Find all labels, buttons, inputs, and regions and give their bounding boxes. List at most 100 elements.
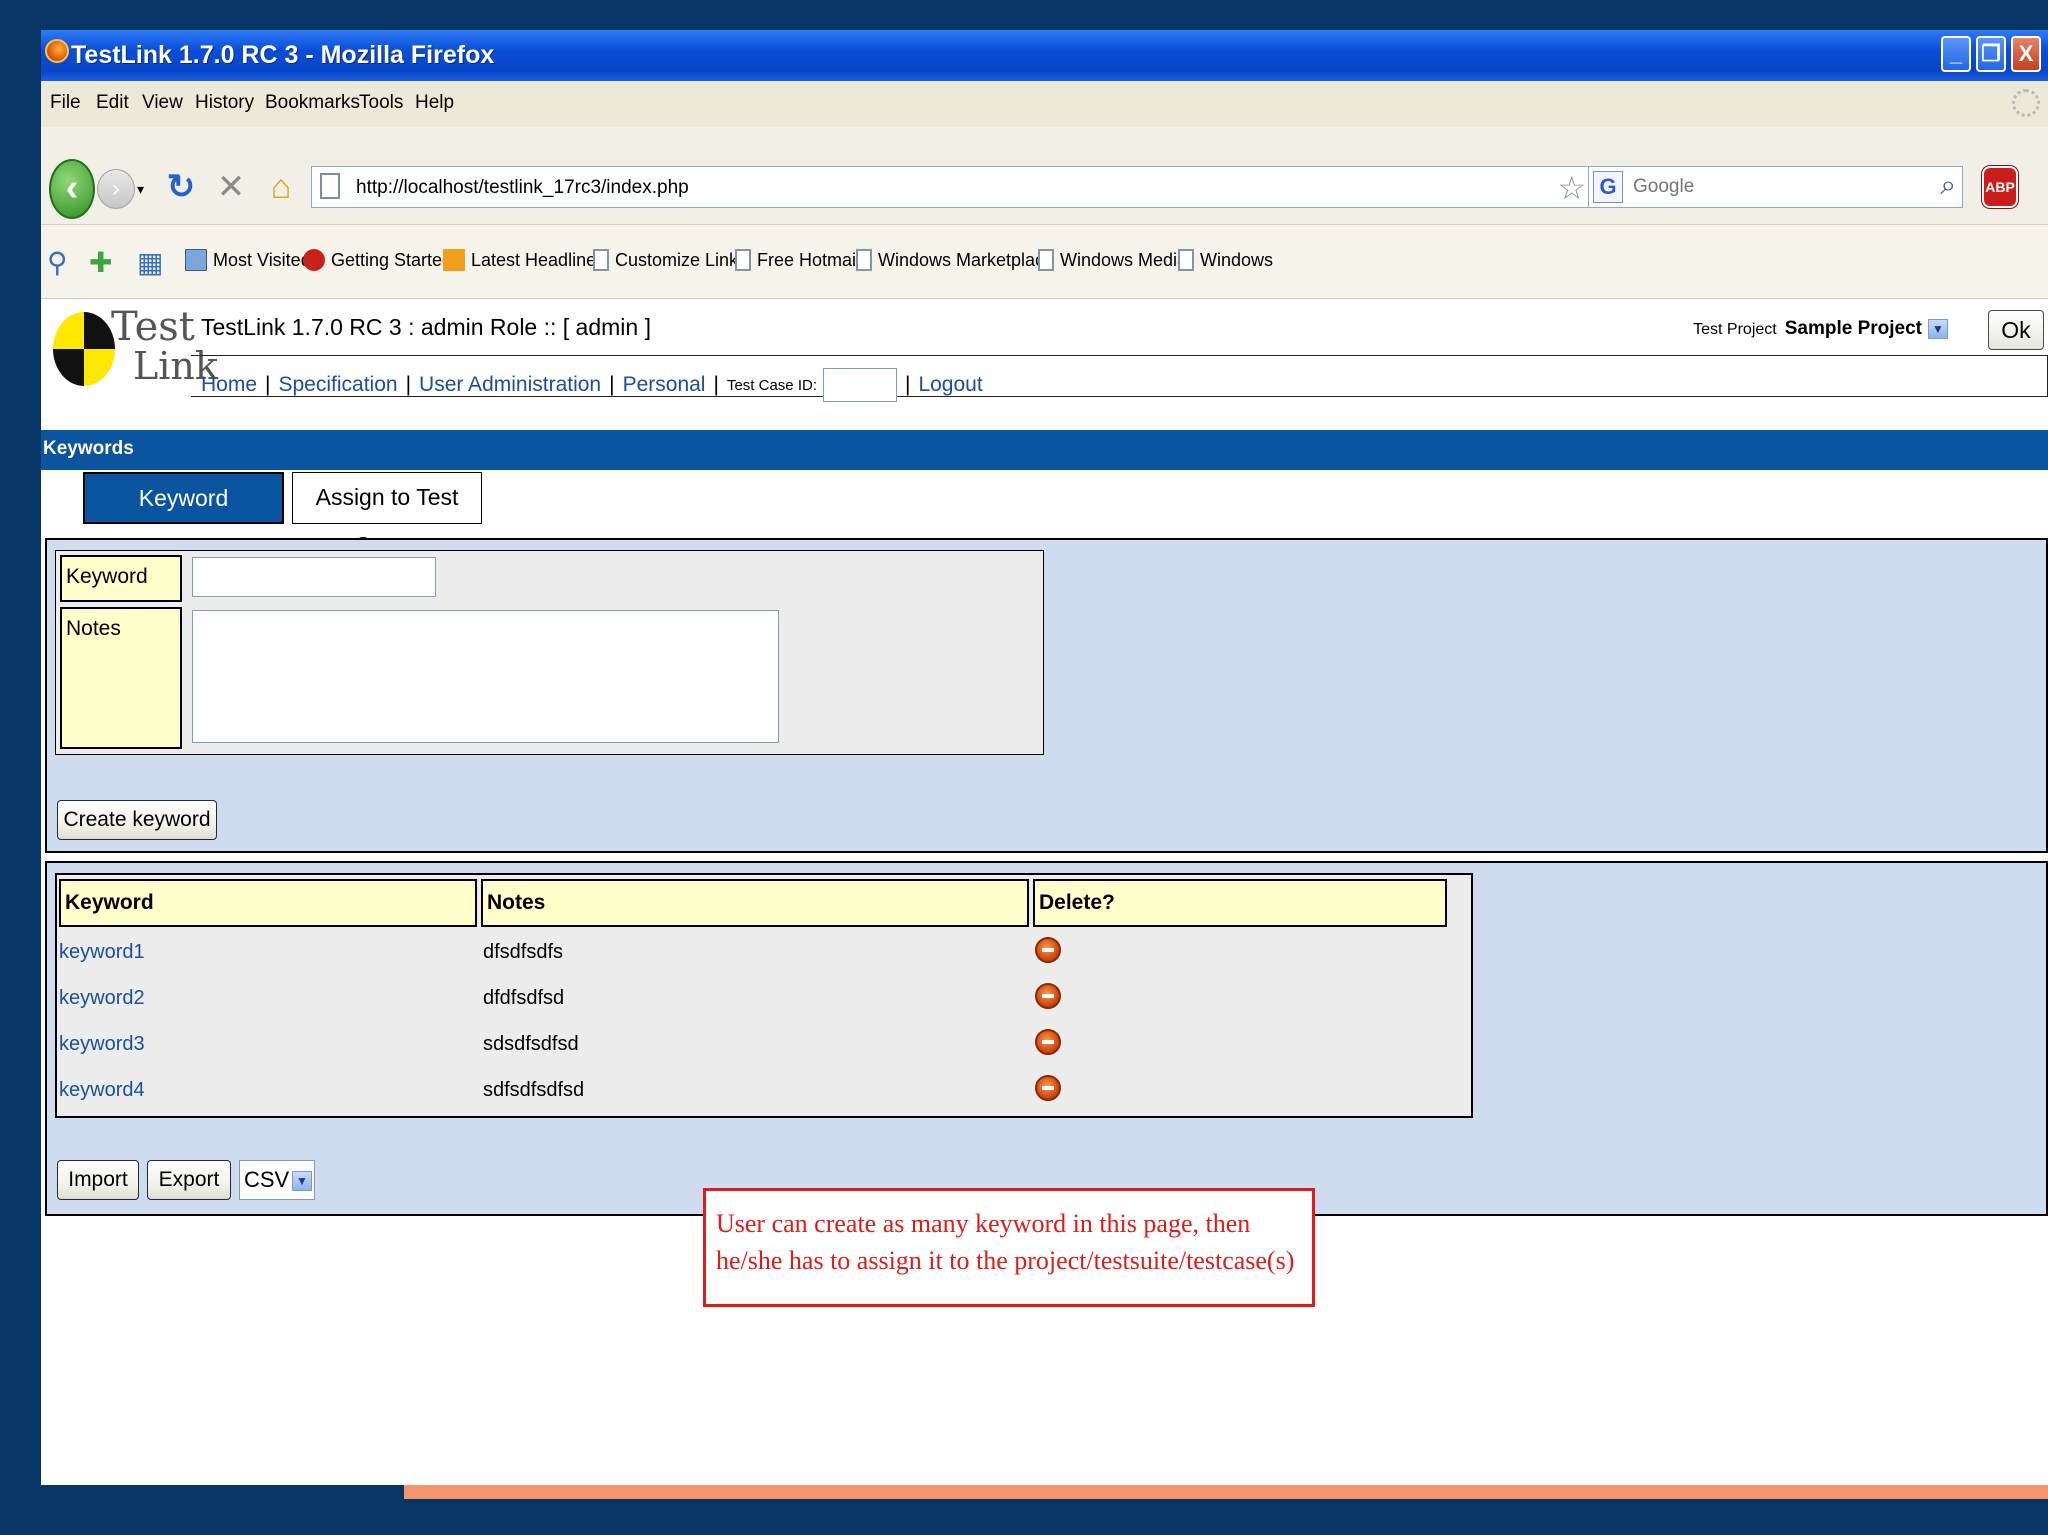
keyword-label: Keyword: [60, 555, 182, 602]
page-icon: [735, 249, 751, 271]
export-button[interactable]: Export: [147, 1160, 231, 1200]
keyword-table: Keyword Notes Delete? keyword1 dfsdfsdfs…: [55, 873, 1473, 1118]
logo-target-icon: [53, 312, 115, 386]
column-header-keyword: Keyword: [59, 879, 477, 927]
stop-icon[interactable]: ✕: [211, 167, 251, 207]
adblock-icon[interactable]: ABP: [1982, 166, 2018, 208]
bookmark-label: Windows Media: [1060, 249, 1188, 270]
nav-logout[interactable]: Logout: [918, 373, 982, 397]
add-bookmark-icon[interactable]: ✚: [89, 243, 112, 283]
minimize-button[interactable]: _: [1941, 36, 1971, 72]
testlink-logo: [53, 312, 117, 386]
nav-specification[interactable]: Specification: [279, 373, 398, 397]
browser-window: TestLink 1.7.0 RC 3 - Mozilla Firefox _ …: [41, 30, 2048, 1485]
bookmark-label: Windows Marketplace: [878, 249, 1055, 270]
window-title: TestLink 1.7.0 RC 3 - Mozilla Firefox: [71, 41, 495, 69]
page-icon: [593, 249, 609, 271]
menu-edit[interactable]: Edit: [96, 92, 129, 114]
keyword-link[interactable]: keyword3: [59, 1033, 145, 1056]
bookmark-label: Customize Links: [615, 249, 748, 270]
search-bar[interactable]: G ⌕: [1588, 166, 1963, 208]
delete-icon[interactable]: [1035, 1029, 1061, 1055]
maximize-button[interactable]: ❐: [1976, 36, 2006, 72]
bookmark-label: Windows: [1200, 249, 1274, 270]
test-case-id-input[interactable]: [822, 368, 897, 402]
keyword-notes: dfsdfsdfs: [483, 941, 564, 963]
bookmark-windows-marketplace[interactable]: Windows Marketplace: [856, 249, 1054, 271]
keyword-notes: sdsdfsdfsd: [483, 1033, 579, 1055]
notes-textarea[interactable]: [192, 610, 779, 743]
menu-file[interactable]: File: [50, 92, 81, 114]
ok-button[interactable]: Ok: [1988, 310, 2044, 350]
most-visited-icon: [185, 249, 207, 271]
section-title: Keywords: [41, 430, 2048, 470]
home-icon[interactable]: ⌂: [261, 167, 301, 207]
history-dropdown-icon[interactable]: ▾: [137, 169, 144, 209]
menu-view[interactable]: View: [142, 92, 183, 114]
tab-assign-to-test-cases[interactable]: Assign to Test Cases: [292, 472, 482, 558]
menu-bookmarks[interactable]: Bookmarks: [265, 92, 360, 114]
export-format-value: CSV: [244, 1167, 290, 1192]
search-input[interactable]: [1633, 173, 1923, 201]
export-format-select[interactable]: CSV ▼: [239, 1160, 315, 1200]
nav-user-administration[interactable]: User Administration: [419, 373, 601, 397]
keyword-input[interactable]: [192, 557, 436, 597]
keyword-form-panel: Keyword Notes Create keyword: [45, 538, 2048, 853]
bookmark-label: Free Hotmail: [757, 249, 861, 270]
magnifier-icon[interactable]: ⚲: [47, 243, 68, 283]
title-bar: TestLink 1.7.0 RC 3 - Mozilla Firefox _ …: [41, 30, 2048, 81]
google-icon[interactable]: G: [1593, 171, 1623, 203]
bookmark-free-hotmail[interactable]: Free Hotmail: [735, 249, 860, 271]
reload-icon[interactable]: ↻: [161, 167, 201, 207]
keyword-link[interactable]: keyword4: [59, 1079, 145, 1102]
tab-keyword-management[interactable]: Keyword Management: [83, 472, 284, 559]
project-selector[interactable]: Test Project Sample Project ▼: [1693, 318, 1948, 340]
bookmark-customize-links[interactable]: Customize Links: [593, 249, 747, 271]
menu-history[interactable]: History: [195, 92, 254, 114]
callout-line-2: he/she has to assign it to the project/t…: [716, 1246, 1295, 1275]
nav-home[interactable]: Home: [201, 373, 257, 397]
keyword-link[interactable]: keyword2: [59, 987, 145, 1010]
keyword-notes: dfdfsdfsd: [483, 987, 565, 1009]
close-button[interactable]: X: [2011, 36, 2041, 72]
column-header-notes: Notes: [481, 879, 1029, 927]
page-icon: [856, 249, 872, 271]
main-nav: Home | Specification | User Administration…: [201, 368, 983, 402]
test-case-id-label: Test Case ID:: [726, 376, 817, 394]
annotation-callout: User can create as many keyword in this …: [703, 1188, 1315, 1307]
project-label: Test Project: [1693, 321, 1777, 338]
search-icon[interactable]: ⌕: [1940, 169, 1956, 202]
page-icon: [320, 173, 340, 199]
url-text[interactable]: http://localhost/testlink_17rc3/index.ph…: [356, 177, 689, 199]
bookmark-star-icon[interactable]: ☆: [1557, 169, 1586, 207]
project-value[interactable]: Sample Project: [1785, 318, 1922, 339]
keyword-notes: sdfsdfsdfsd: [483, 1079, 585, 1101]
chevron-down-icon[interactable]: ▼: [292, 1171, 312, 1191]
chevron-down-icon[interactable]: ▼: [1928, 318, 1948, 339]
page-icon: [1178, 249, 1194, 271]
delete-icon[interactable]: [1035, 1075, 1061, 1101]
slide-accent-bar: [404, 1485, 2048, 1499]
menu-tools[interactable]: Tools: [359, 92, 403, 114]
menu-help[interactable]: Help: [415, 92, 454, 114]
back-button[interactable]: ‹: [49, 159, 95, 219]
keyword-list-panel: Keyword Notes Delete? keyword1 dfsdfsdfs…: [45, 861, 2048, 1216]
bookmark-most-visited[interactable]: Most Visited: [185, 249, 311, 271]
bookmark-windows[interactable]: Windows: [1178, 249, 1273, 271]
address-bar[interactable]: http://localhost/testlink_17rc3/index.ph…: [311, 166, 1617, 208]
bookmark-windows-media[interactable]: Windows Media: [1038, 249, 1187, 271]
calendar-icon[interactable]: ▦: [137, 243, 163, 283]
nav-personal[interactable]: Personal: [623, 373, 706, 397]
keyword-link[interactable]: keyword1: [59, 941, 145, 964]
bookmark-label: Latest Headlines: [471, 249, 606, 270]
delete-icon[interactable]: [1035, 983, 1061, 1009]
delete-icon[interactable]: [1035, 937, 1061, 963]
callout-line-1: User can create as many keyword in this …: [716, 1209, 1251, 1238]
create-keyword-button[interactable]: Create keyword: [57, 800, 217, 840]
bookmark-getting-started[interactable]: Getting Started: [303, 249, 452, 271]
import-button[interactable]: Import: [57, 1160, 139, 1200]
rss-icon: [443, 249, 465, 271]
forward-button[interactable]: ›: [97, 169, 135, 209]
notes-label: Notes: [60, 607, 182, 749]
bookmark-latest-headlines[interactable]: Latest Headlines: [443, 249, 605, 271]
